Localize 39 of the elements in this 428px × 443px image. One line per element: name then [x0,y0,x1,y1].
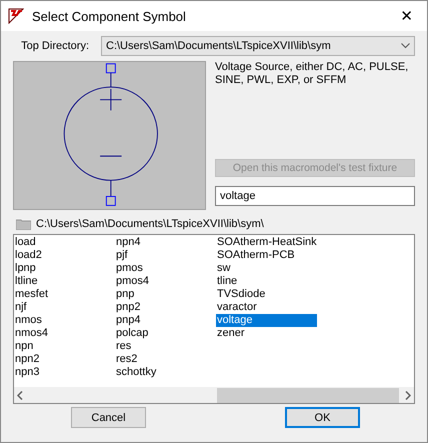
symbol-item[interactable]: lpnp [14,262,115,275]
symbol-item[interactable]: voltage [216,314,317,327]
symbol-item[interactable]: pnp4 [115,314,216,327]
symbol-description: Voltage Source, either DC, AC, PULSE, SINE, PWL, EXP, or SFFM [215,61,410,88]
search-field[interactable]: voltage [215,186,415,206]
symbol-item[interactable]: npn2 [14,353,115,366]
symbol-item[interactable]: SOAtherm-HeatSink [216,236,317,249]
symbol-item[interactable]: zener [216,327,317,340]
symbol-item[interactable]: njf [14,301,115,314]
symbol-item[interactable]: pmos [115,262,216,275]
symbol-item[interactable]: SOAtherm-PCB [216,249,317,262]
symbol-item[interactable]: polcap [115,327,216,340]
symbol-item[interactable]: TVSdiode [216,288,317,301]
window-title: Select Component Symbol [32,8,187,24]
top-directory-dropdown[interactable]: C:\Users\Sam\Documents\LTspiceXVII\lib\sym [101,36,415,56]
symbol-item[interactable]: pnp [115,288,216,301]
symbol-item[interactable]: pnp2 [115,301,216,314]
current-path: C:\Users\Sam\Documents\LTspiceXVII\lib\sym\ [36,218,264,230]
symbol-item[interactable]: load [14,236,115,249]
symbol-item[interactable]: tline [216,275,317,288]
symbol-item[interactable]: npn [14,340,115,353]
symbol-item[interactable]: mesfet [14,288,115,301]
symbol-item[interactable]: nmos [14,314,115,327]
symbol-item[interactable]: varactor [216,301,317,314]
symbol-item[interactable]: sw [216,262,317,275]
cancel-button[interactable]: Cancel [71,407,146,428]
symbol-item[interactable]: res2 [115,353,216,366]
ok-button[interactable]: OK [285,407,360,428]
top-directory-label: Top Directory: [20,40,90,52]
symbol-item[interactable]: schottky [115,366,216,379]
symbol-item[interactable]: res [115,340,216,353]
symbol-item[interactable]: npn4 [115,236,216,249]
symbol-item[interactable]: npn3 [14,366,115,379]
symbol-item[interactable]: pjf [115,249,216,262]
symbol-item[interactable]: nmos4 [14,327,115,340]
close-button[interactable]: ✕ [394,7,419,25]
symbol-item[interactable]: load2 [14,249,115,262]
symbol-item[interactable]: ltline [14,275,115,288]
symbol-item[interactable]: pmos4 [115,275,216,288]
